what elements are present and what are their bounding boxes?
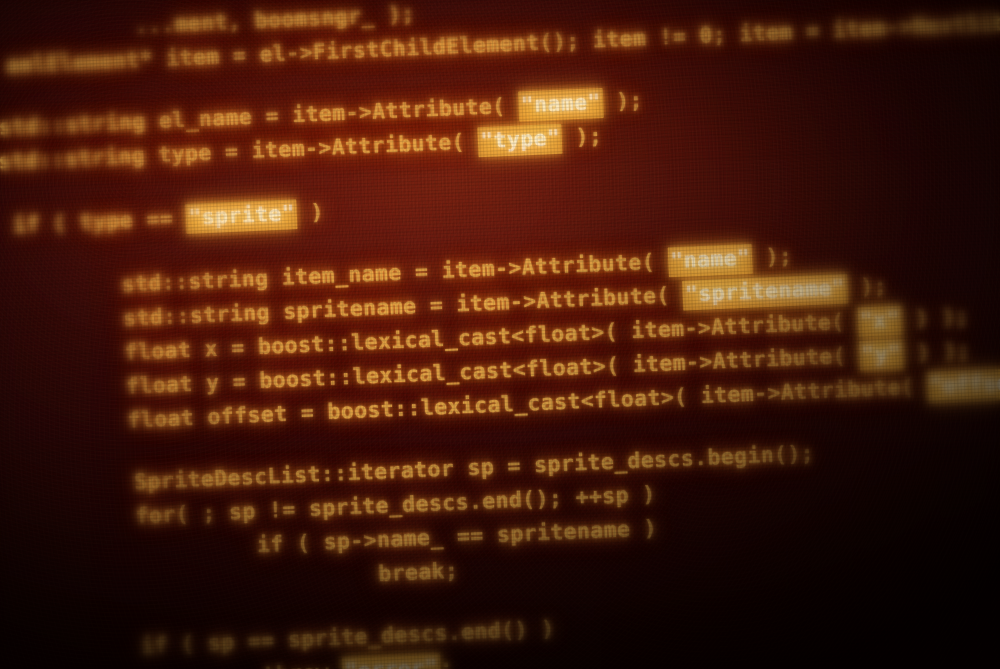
code-line: ...ment, boomsngr_ );: [134, 1, 416, 39]
code-line: throw "error";: [262, 653, 454, 669]
code-token: if ( sp->name_ == spritename ): [256, 516, 658, 559]
highlighted-string-token: "name": [518, 87, 604, 122]
code-token: if ( type ==: [12, 205, 187, 239]
highlighted-string-token: "offset": [926, 367, 1000, 403]
highlighted-string-token: "spritename": [682, 273, 848, 311]
code-line: if ( sp == sprite_descs.end() ): [140, 616, 556, 660]
highlighted-string-token: "error": [341, 653, 441, 669]
highlighted-string-token: "type": [477, 123, 563, 158]
code-line: if ( sp->name_ == spritename ): [256, 516, 658, 559]
highlighted-string-token: "name": [667, 243, 754, 278]
code-token: ;: [439, 654, 454, 669]
code-token: SpriteDescList::iterator sp = sprite_des…: [133, 441, 815, 496]
code-text-plane: ...ment, boomsngr_ ); amlElement* item = …: [0, 0, 1000, 669]
code-token: break;: [377, 558, 459, 587]
code-token: ): [296, 200, 325, 227]
code-token: ...ment, boomsngr_ );: [134, 1, 416, 39]
code-token: );: [602, 88, 644, 115]
highlighted-string-token: "y": [858, 339, 905, 372]
code-token: throw: [262, 660, 343, 669]
code-line: break;: [377, 558, 459, 587]
highlighted-string-token: "x": [857, 305, 903, 338]
code-token: ) );: [902, 338, 971, 367]
code-token: );: [751, 244, 793, 271]
code-token: );: [846, 273, 888, 301]
code-line: SpriteDescList::iterator sp = sprite_des…: [133, 441, 815, 496]
code-token: );: [561, 124, 603, 151]
code-line: if ( type == "sprite" ): [12, 199, 325, 239]
code-screen-photograph: ...ment, boomsngr_ ); amlElement* item = …: [0, 0, 1000, 669]
code-token: ) );: [901, 304, 970, 333]
highlighted-string-token: "sprite": [185, 199, 298, 234]
code-token: if ( sp == sprite_descs.end() ): [140, 616, 556, 660]
